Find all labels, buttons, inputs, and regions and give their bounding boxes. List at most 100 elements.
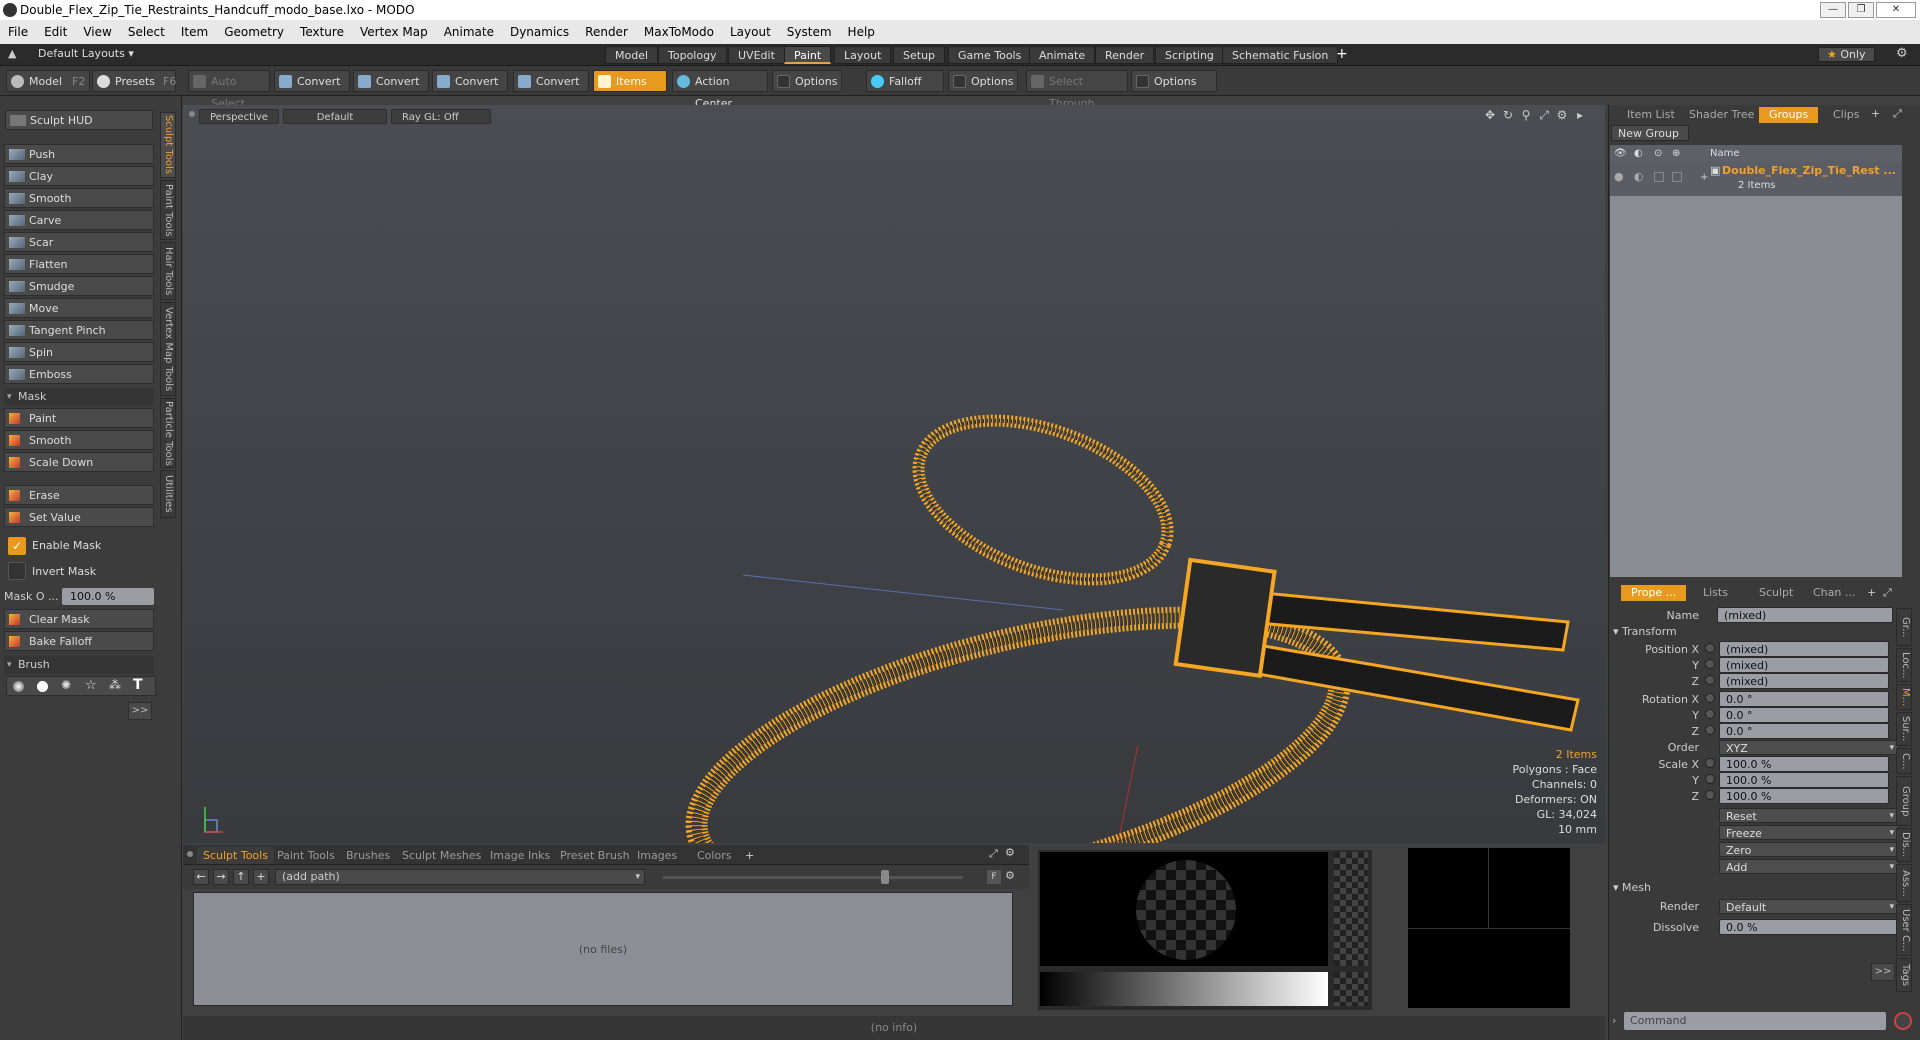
tool-flatten[interactable]: Flatten xyxy=(4,254,154,274)
tab-preset-brush[interactable]: Preset Brush xyxy=(554,847,636,864)
tab-schematic-fusion[interactable]: Schematic Fusion xyxy=(1222,46,1339,64)
tool-tangent-pinch[interactable]: Tangent Pinch xyxy=(4,320,154,340)
position-y-field[interactable]: (mixed) xyxy=(1719,657,1889,673)
add-panel-tab-icon[interactable]: + xyxy=(1871,107,1880,120)
brush-more-button[interactable]: >> xyxy=(128,702,152,720)
tab-render[interactable]: Render xyxy=(1095,46,1155,64)
3d-viewport[interactable]: 2 Items Polygons : Face Channels: 0 Defo… xyxy=(183,105,1605,843)
add-path-icon[interactable]: + xyxy=(253,869,269,885)
sculpt-hud-button[interactable]: Sculpt HUD xyxy=(5,110,153,130)
convert-edges-button[interactable]: Convert xyxy=(353,70,429,92)
convert-vertices-button[interactable]: Convert xyxy=(274,70,350,92)
rotation-x-key-dot[interactable] xyxy=(1705,693,1715,703)
tool-carve[interactable]: Carve xyxy=(4,210,154,230)
vtab-hair-tools[interactable]: Hair Tools xyxy=(160,242,176,300)
tab-channels[interactable]: Chan ... xyxy=(1803,585,1866,601)
add-dropdown[interactable]: Add xyxy=(1719,859,1899,875)
rotation-y-field[interactable]: 0.0 ° xyxy=(1719,707,1889,723)
tool-emboss[interactable]: Emboss xyxy=(4,364,154,384)
menu-animate[interactable]: Animate xyxy=(436,20,502,44)
items-mode-button[interactable]: Items xyxy=(593,70,667,92)
rotation-z-field[interactable]: 0.0 ° xyxy=(1719,723,1889,739)
select-through-options-button[interactable]: Options xyxy=(1131,70,1217,92)
record-macro-icon[interactable] xyxy=(1894,1012,1912,1030)
rvtab-user-c[interactable]: User C... xyxy=(1896,904,1912,956)
tab-animate[interactable]: Animate xyxy=(1029,46,1096,64)
menu-render[interactable]: Render xyxy=(577,20,636,44)
row-render-icon[interactable]: ◐ xyxy=(1634,170,1644,183)
tab-scripting[interactable]: Scripting xyxy=(1155,46,1224,64)
name-column-header[interactable]: Name xyxy=(1710,145,1740,162)
tool-clay[interactable]: Clay xyxy=(4,166,154,186)
tool-smooth[interactable]: Smooth xyxy=(4,188,154,208)
add-tab-button[interactable]: + xyxy=(1336,46,1348,62)
tab-uvedit[interactable]: UVEdit xyxy=(728,46,785,64)
invert-mask-checkbox[interactable] xyxy=(8,562,26,580)
render-dropdown[interactable]: Default xyxy=(1719,899,1899,915)
mask-smooth-button[interactable]: Smooth xyxy=(4,430,154,450)
zoom-icon[interactable]: ⚲ xyxy=(1519,108,1533,122)
mask-section-header[interactable]: Mask xyxy=(4,388,154,406)
file-browser-area[interactable]: (no files) xyxy=(193,892,1013,1006)
tool-smudge[interactable]: Smudge xyxy=(4,276,154,296)
new-group-button[interactable]: New Group xyxy=(1611,125,1689,141)
rotate-icon[interactable]: ↻ xyxy=(1501,108,1515,122)
prop-expand-icon[interactable]: ⤢ xyxy=(1883,586,1892,600)
menu-texture[interactable]: Texture xyxy=(292,20,352,44)
row-lock-box[interactable] xyxy=(1654,172,1664,182)
tab-brushes[interactable]: Brushes xyxy=(340,847,396,864)
fit-icon[interactable]: ⤢ xyxy=(1537,108,1551,122)
up-folder-icon[interactable]: ↑ xyxy=(233,869,249,885)
color-swatch[interactable] xyxy=(1334,972,1368,1006)
mask-erase-button[interactable]: Erase xyxy=(4,485,154,505)
vtab-utilities[interactable]: Utilities xyxy=(160,470,176,518)
mask-scale-down-button[interactable]: Scale Down xyxy=(4,452,154,472)
presets-button[interactable]: Presets F6 xyxy=(92,70,176,92)
rvtab-group[interactable]: Group xyxy=(1896,776,1912,826)
view-type-dropdown[interactable]: Perspective xyxy=(199,109,279,124)
row-select-box[interactable] xyxy=(1672,172,1682,182)
scale-y-field[interactable]: 100.0 % xyxy=(1719,772,1889,788)
forward-arrow-icon[interactable]: → xyxy=(213,869,229,885)
gradient-strip[interactable] xyxy=(1040,972,1328,1006)
rvtab-gr[interactable]: Gr... xyxy=(1896,608,1912,646)
panel-expand-icon[interactable]: ⤢ xyxy=(1893,107,1902,121)
group-row[interactable]: ● ◐ + ▣ Double_Flex_Zip_Tie_Rest ... 2 I… xyxy=(1610,162,1902,196)
vtab-sculpt-tools[interactable]: Sculpt Tools xyxy=(160,112,176,178)
brush-section-header[interactable]: Brush xyxy=(4,656,154,674)
menu-help[interactable]: Help xyxy=(840,20,883,44)
bottom-menu-dot[interactable] xyxy=(187,851,193,857)
viewport-settings-icon[interactable]: ⚙ xyxy=(1555,108,1569,122)
command-input[interactable]: Command xyxy=(1624,1012,1886,1030)
tab-clips[interactable]: Clips xyxy=(1823,107,1870,123)
shading-dropdown[interactable]: Default xyxy=(283,109,387,124)
dissolve-field[interactable]: 0.0 % xyxy=(1719,919,1899,935)
rvtab-sur[interactable]: Sur... xyxy=(1896,712,1912,746)
rvtab-m[interactable]: M... xyxy=(1896,684,1912,710)
tab-groups[interactable]: Groups xyxy=(1759,107,1819,123)
rvtab-loc[interactable]: Loc... xyxy=(1896,648,1912,682)
clear-mask-button[interactable]: Clear Mask xyxy=(4,609,154,629)
order-dropdown[interactable]: XYZ xyxy=(1719,740,1899,756)
menu-vertex-map[interactable]: Vertex Map xyxy=(352,20,436,44)
tool-push[interactable]: Push xyxy=(4,144,154,164)
group-name[interactable]: Double_Flex_Zip_Tie_Rest ... xyxy=(1722,164,1896,177)
falloff-button[interactable]: Falloff xyxy=(866,70,944,92)
bake-falloff-button[interactable]: Bake Falloff xyxy=(4,631,154,651)
vtab-particle-tools[interactable]: Particle Tools xyxy=(160,398,176,468)
position-z-field[interactable]: (mixed) xyxy=(1719,673,1889,689)
select-through-button[interactable]: Select Through xyxy=(1026,70,1128,110)
close-button[interactable]: ✕ xyxy=(1876,2,1916,18)
menu-view[interactable]: View xyxy=(75,20,119,44)
bottom-settings-icon[interactable]: ⚙ xyxy=(1005,846,1015,859)
select-toggle-icon[interactable]: ⊕ xyxy=(1672,145,1680,162)
opacity-strip[interactable] xyxy=(1334,852,1368,966)
menu-geometry[interactable]: Geometry xyxy=(216,20,292,44)
only-button[interactable]: ★ Only xyxy=(1818,47,1875,62)
tab-images[interactable]: Images xyxy=(631,847,683,864)
bottom-expand-icon[interactable]: ⤢ xyxy=(989,847,998,861)
gear-icon[interactable]: ⚙ xyxy=(1896,46,1908,61)
slider-handle[interactable] xyxy=(881,870,889,884)
pan-icon[interactable]: ✥ xyxy=(1483,108,1497,122)
layout-selector[interactable]: Default Layouts ▾ xyxy=(38,47,134,60)
